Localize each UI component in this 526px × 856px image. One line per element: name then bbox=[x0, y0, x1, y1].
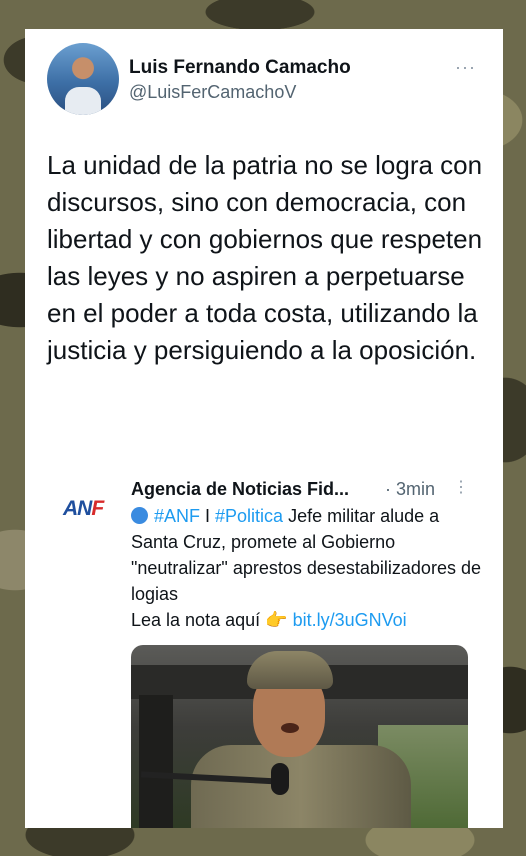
anf-logo-text-a: AN bbox=[63, 497, 92, 520]
hashtag-politica[interactable]: #Politica bbox=[215, 506, 283, 526]
quoted-author-name[interactable]: Agencia de Noticias Fid... bbox=[131, 479, 349, 500]
quoted-timestamp: · 3min bbox=[385, 479, 436, 499]
photo-microphone bbox=[271, 763, 289, 795]
anf-logo-text-b: F bbox=[91, 497, 104, 520]
photo-military-cap bbox=[247, 651, 333, 689]
photo-uniform bbox=[191, 745, 411, 828]
photo-pillar bbox=[139, 695, 173, 828]
pointing-hand-icon: 👉 bbox=[265, 610, 288, 630]
quoted-text: #ANF I #Politica Jefe militar alude a Sa… bbox=[131, 503, 491, 633]
author-handle[interactable]: @LuisFerCamachoV bbox=[129, 82, 296, 103]
avatar-figure bbox=[65, 87, 101, 115]
tweet-text: La unidad de la patria no se logra con d… bbox=[47, 150, 483, 365]
anf-logo[interactable]: ANF bbox=[63, 497, 104, 521]
more-options-icon[interactable]: ··· bbox=[455, 57, 476, 78]
author-avatar[interactable] bbox=[47, 43, 119, 115]
quoted-tweet[interactable]: ANF Agencia de Noticias Fid... · 3min ⋮ … bbox=[25, 469, 503, 828]
blue-circle-icon bbox=[131, 507, 148, 524]
tweet-card: Luis Fernando Camacho @LuisFerCamachoV ·… bbox=[25, 29, 503, 828]
news-photo[interactable] bbox=[131, 645, 468, 828]
author-name[interactable]: Luis Fernando Camacho bbox=[129, 57, 351, 79]
article-link[interactable]: bit.ly/3uGNVoi bbox=[293, 610, 407, 630]
read-note-text: Lea la nota aquí bbox=[131, 610, 266, 630]
hashtag-separator: I bbox=[200, 506, 216, 526]
quoted-more-icon[interactable]: ⋮ bbox=[453, 477, 469, 497]
photo-mouth bbox=[281, 723, 299, 733]
hashtag-anf[interactable]: #ANF bbox=[154, 506, 200, 526]
